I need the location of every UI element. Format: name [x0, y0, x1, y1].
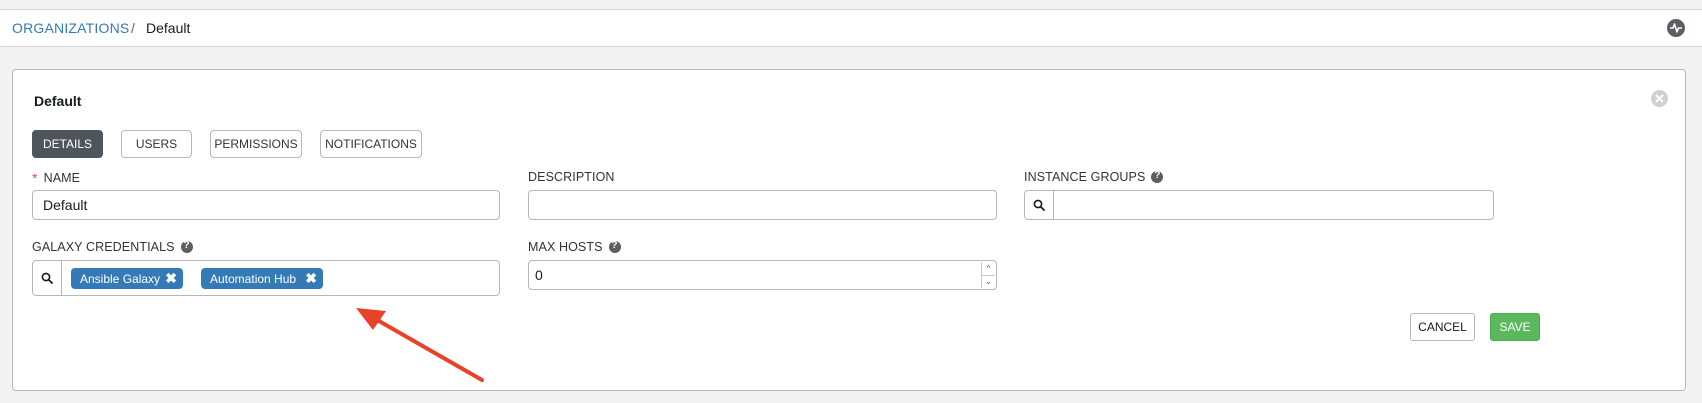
description-label: DESCRIPTION: [528, 170, 615, 184]
tab-permissions[interactable]: PERMISSIONS: [210, 130, 302, 158]
breadcrumb-current: Default: [146, 20, 191, 36]
panel-title: Default: [34, 93, 82, 109]
tab-details[interactable]: DETAILS: [32, 130, 103, 158]
instance-groups-label: INSTANCE GROUPS: [1024, 170, 1164, 184]
description-label-text: DESCRIPTION: [528, 170, 615, 184]
breadcrumb-separator: /: [131, 20, 135, 36]
remove-icon[interactable]: ✖: [305, 270, 317, 287]
help-icon[interactable]: [1151, 170, 1164, 183]
galaxy-credentials-label: GALAXY CREDENTIALS: [32, 240, 193, 254]
stepper-down-icon[interactable]: ⌄: [982, 274, 995, 289]
help-icon[interactable]: [608, 240, 621, 253]
help-icon[interactable]: [180, 240, 193, 253]
name-label: * NAME: [32, 170, 80, 186]
max-hosts-field[interactable]: 0 ^ ⌄: [528, 260, 997, 290]
breadcrumb-organizations-link[interactable]: ORGANIZATIONS: [12, 20, 129, 36]
name-field-value: Default: [43, 197, 88, 213]
instance-groups-label-text: INSTANCE GROUPS: [1024, 170, 1146, 184]
max-hosts-value: 0: [535, 267, 543, 283]
number-stepper[interactable]: ^ ⌄: [981, 262, 995, 288]
stepper-up-icon[interactable]: ^: [982, 262, 995, 275]
credential-chip: Automation Hub ✖: [201, 268, 323, 289]
organization-form-panel: Default DETAILS USERS PERMISSIONS NOTIFI…: [12, 69, 1686, 391]
breadcrumb-bar: ORGANIZATIONS / Default: [0, 9, 1702, 47]
save-button[interactable]: SAVE: [1490, 313, 1540, 341]
description-field[interactable]: [528, 190, 997, 220]
instance-groups-lookup[interactable]: [1024, 190, 1494, 220]
max-hosts-label-text: MAX HOSTS: [528, 240, 603, 254]
name-label-text: NAME: [43, 171, 81, 185]
search-icon[interactable]: [33, 261, 62, 295]
name-field[interactable]: Default: [32, 190, 500, 220]
credential-chip-label: Ansible Galaxy: [80, 271, 161, 286]
credential-chip: Ansible Galaxy ✖: [71, 268, 183, 289]
cancel-button[interactable]: CANCEL: [1410, 313, 1475, 341]
activity-stream-icon[interactable]: [1667, 19, 1685, 37]
credential-chip-label: Automation Hub: [210, 271, 297, 286]
close-icon[interactable]: [1651, 90, 1668, 107]
search-icon[interactable]: [1025, 191, 1054, 219]
tab-users[interactable]: USERS: [121, 130, 192, 158]
required-marker: *: [32, 170, 38, 186]
tab-notifications[interactable]: NOTIFICATIONS: [320, 130, 422, 158]
max-hosts-label: MAX HOSTS: [528, 240, 621, 254]
remove-icon[interactable]: ✖: [165, 270, 177, 287]
galaxy-credentials-label-text: GALAXY CREDENTIALS: [32, 240, 175, 254]
galaxy-credentials-lookup[interactable]: Ansible Galaxy ✖ Automation Hub ✖: [32, 260, 500, 296]
